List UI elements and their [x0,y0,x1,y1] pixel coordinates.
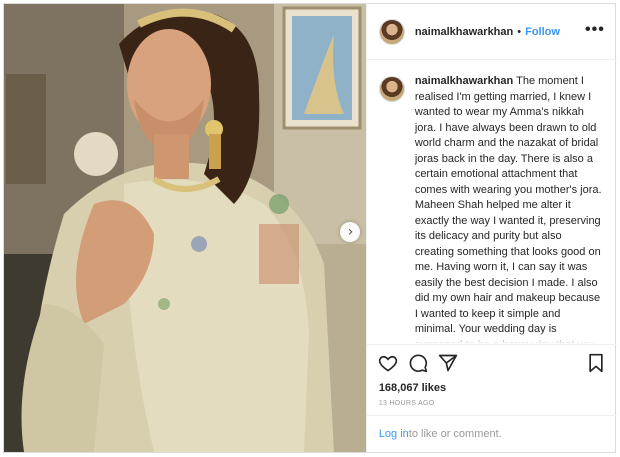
share-button[interactable] [437,352,459,374]
follow-button[interactable]: Follow [525,26,560,38]
comment-button[interactable] [407,352,429,374]
post-sidebar: naimalkhawarkhan • Follow ••• naimalkhaw… [365,4,617,452]
action-bar [367,345,617,381]
avatar[interactable] [378,18,405,45]
caption-body: The moment I realised I'm getting marrie… [414,75,602,344]
caption-avatar[interactable] [378,76,405,102]
save-button[interactable] [585,352,607,374]
caption-area: naimalkhawarkhan The moment I realised I… [378,74,609,344]
heart-icon [378,355,397,372]
post-header: naimalkhawarkhan • Follow ••• [366,4,617,60]
comment-icon [409,354,427,373]
like-button[interactable] [377,352,399,374]
caption-fade [378,332,609,344]
instagram-post: › naimalkhawarkhan • Follow ••• naimalkh… [3,3,617,453]
separator-dot: • [517,25,522,38]
username-link[interactable]: naimalkhawarkhan [415,26,513,38]
post-actions-section: 168,067 likes 13 HOURS AGO [366,344,617,407]
share-icon [438,354,457,372]
login-link[interactable]: Log in [379,428,409,440]
carousel-next-button[interactable]: › [340,222,360,242]
chevron-right-icon: › [347,223,354,240]
post-timestamp[interactable]: 13 HOURS AGO [367,400,617,407]
bookmark-icon [589,353,603,373]
login-prompt: Log in to like or comment. [366,415,617,452]
bride-photo-illustration [4,4,366,452]
post-photo: › [4,4,366,452]
caption-username[interactable]: naimalkhawarkhan [415,75,513,87]
more-options-icon[interactable]: ••• [585,22,605,38]
likes-count[interactable]: 168,067 likes [367,382,617,394]
login-suffix: to like or comment. [408,428,502,440]
caption-text: naimalkhawarkhan The moment I realised I… [415,74,603,344]
